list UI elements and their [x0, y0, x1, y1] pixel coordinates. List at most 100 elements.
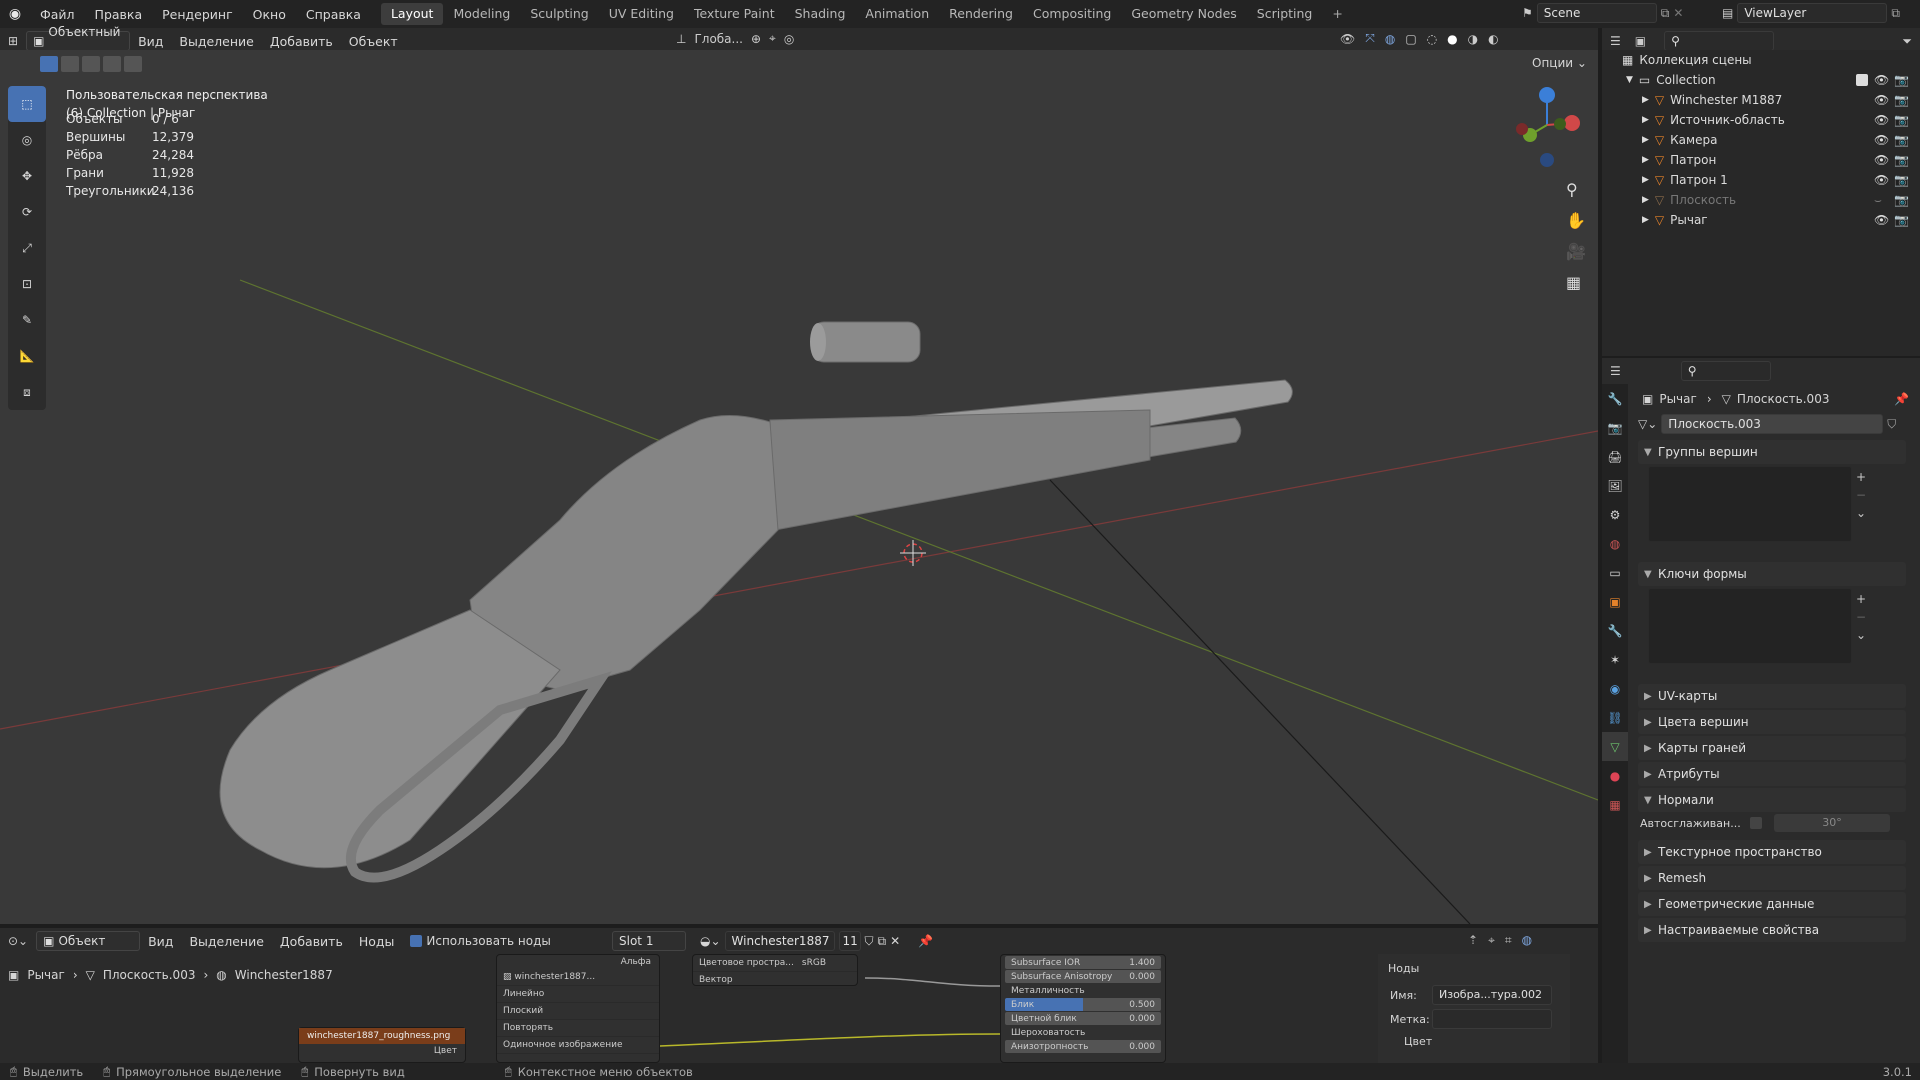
expand-arrow-icon[interactable]: ▼	[1626, 75, 1633, 85]
menu-help[interactable]: Справка	[296, 7, 371, 22]
add-workspace-icon[interactable]: +	[1322, 3, 1352, 25]
snap-mode-icon[interactable]: ⌗	[1505, 933, 1512, 948]
blender-logo-icon[interactable]: ◉	[0, 6, 30, 22]
material-name-field[interactable]: Winchester1887	[724, 931, 835, 951]
add-icon[interactable]: +	[1856, 590, 1866, 608]
render-camera-icon[interactable]: 📷	[1894, 73, 1909, 87]
grid-toggle-icon[interactable]: ▦	[1566, 273, 1586, 292]
xray-icon[interactable]: ▢	[1405, 32, 1416, 46]
world-tab-icon[interactable]: ◍	[1602, 529, 1628, 558]
modifier-tab-icon[interactable]: 🔧	[1602, 616, 1628, 645]
properties-panel[interactable]: ▼ Нормали	[1638, 788, 1906, 812]
outliner-item[interactable]: ▶ ▽ Winchester M1887 👁 📷	[1602, 90, 1920, 110]
expand-arrow-icon[interactable]: ▶	[1642, 155, 1649, 165]
overlay-icon[interactable]: ◍	[1522, 933, 1532, 948]
snap-icon[interactable]: ⌖	[769, 31, 776, 46]
remove-icon[interactable]: −	[1856, 608, 1866, 626]
properties-panel[interactable]: ▶ Геометрические данные	[1638, 892, 1906, 916]
select-invert-icon[interactable]	[103, 56, 121, 72]
bsdf-input[interactable]: Цветной блик 0.000	[1005, 1012, 1161, 1025]
material-tab-icon[interactable]: ●	[1602, 761, 1628, 790]
new-view-layer-icon[interactable]: ⧉	[1891, 6, 1900, 21]
outliner-search-input[interactable]: ⚲	[1664, 31, 1775, 51]
pan-hand-icon[interactable]: ✋	[1566, 211, 1586, 230]
expand-arrow-icon[interactable]: ▶	[1642, 115, 1649, 125]
render-camera-icon[interactable]: 📷	[1894, 173, 1909, 187]
pin-icon[interactable]: 📌	[918, 934, 933, 948]
texture-settings-node[interactable]: Альфа ▨ winchester1887... Линейно Плоски…	[496, 954, 660, 1063]
properties-panel[interactable]: ▶ Цвета вершин	[1638, 710, 1906, 734]
properties-editor-icon[interactable]: ☰	[1602, 364, 1629, 378]
output-tab-icon[interactable]: 🖨	[1602, 442, 1628, 471]
new-scene-icon[interactable]: ⧉	[1661, 6, 1670, 21]
editor-type-icon[interactable]: ⊞	[0, 34, 26, 48]
gizmo-icon[interactable]: ⤧	[1365, 31, 1375, 46]
properties-panel[interactable]: ▼ Группы вершин	[1638, 440, 1906, 464]
select-tool-icon[interactable]: ⬚	[8, 86, 46, 122]
properties-panel[interactable]: ▼ Ключи формы	[1638, 562, 1906, 586]
render-camera-icon[interactable]: 📷	[1894, 153, 1909, 167]
panel-list[interactable]	[1648, 466, 1852, 542]
solid-shading-icon[interactable]: ●	[1447, 32, 1457, 46]
bsdf-input[interactable]: Анизотропность 0.000	[1005, 1040, 1161, 1053]
expand-arrow-icon[interactable]: ▶	[1642, 95, 1649, 105]
node-menu-select[interactable]: Выделение	[181, 934, 271, 949]
autosmooth-checkbox[interactable]	[1750, 817, 1762, 829]
tab-animation[interactable]: Animation	[855, 3, 939, 25]
panel-list[interactable]	[1648, 588, 1852, 664]
render-camera-icon[interactable]: 📷	[1894, 213, 1909, 227]
node-label-field[interactable]	[1432, 1009, 1552, 1029]
properties-panel[interactable]: ▶ Атрибуты	[1638, 762, 1906, 786]
node-menu-add[interactable]: Добавить	[272, 934, 351, 949]
properties-panel[interactable]: ▶ Карты граней	[1638, 736, 1906, 760]
display-mode-icon[interactable]: ▣	[1629, 34, 1652, 48]
overlay-icon[interactable]: ◍	[1385, 32, 1395, 46]
viewport-menu-view[interactable]: Вид	[130, 34, 171, 49]
constraints-tab-icon[interactable]: ⛓	[1602, 703, 1628, 732]
render-tab-icon[interactable]: 📷	[1602, 413, 1628, 442]
exclude-checkbox[interactable]	[1856, 74, 1868, 86]
duplicate-material-icon[interactable]: ⧉	[878, 934, 887, 949]
bsdf-input[interactable]: Subsurface IOR 1.400	[1005, 956, 1161, 969]
pin-icon[interactable]: 📌	[1894, 392, 1909, 406]
view-layer-tab-icon[interactable]: 🖼	[1602, 471, 1628, 500]
camera-view-icon[interactable]: 🎥	[1566, 242, 1586, 261]
collection-tab-icon[interactable]: ▭	[1602, 558, 1628, 587]
wireframe-shading-icon[interactable]: ◌	[1427, 32, 1437, 46]
mesh-browse-icon[interactable]: ▽⌄	[1638, 417, 1657, 431]
select-extend-icon[interactable]	[61, 56, 79, 72]
menu-file[interactable]: Файл	[30, 7, 85, 22]
image-selector[interactable]: ▨ winchester1887...	[497, 969, 659, 986]
transform-tool-icon[interactable]: ⊡	[8, 266, 46, 302]
color-space-value[interactable]: sRGB	[802, 958, 826, 968]
material-shading-icon[interactable]: ◑	[1468, 32, 1478, 46]
properties-panel[interactable]: ▶ Remesh	[1638, 866, 1906, 890]
viewport-menu-select[interactable]: Выделение	[171, 34, 261, 49]
visibility-eye-icon[interactable]: 👁	[1874, 93, 1889, 107]
extension-dropdown[interactable]: Повторять	[497, 1020, 659, 1037]
tab-layout[interactable]: Layout	[380, 3, 444, 25]
add-cube-tool-icon[interactable]: ⧈	[8, 374, 46, 410]
expand-arrow-icon[interactable]: ▶	[1642, 215, 1649, 225]
view-layer-icon[interactable]: ▤	[1722, 6, 1733, 20]
mesh-name-field[interactable]: Плоскость.003	[1661, 414, 1884, 434]
viewport-menu-add[interactable]: Добавить	[262, 34, 341, 49]
node-editor[interactable]: ▣ Рычаг › ▽ Плоскость.003 › ◍ Winchester1887 …	[0, 954, 1598, 1063]
fake-user-icon[interactable]: ⛉	[865, 934, 874, 949]
visibility-eye-icon[interactable]: 👁	[1874, 213, 1889, 227]
image-texture-node[interactable]: winchester1887_roughness.png Цвет	[298, 1027, 466, 1063]
expand-arrow-icon[interactable]: ▶	[1642, 135, 1649, 145]
3d-viewport[interactable]: Пользовательская перспектива (6) Collect…	[0, 50, 1598, 924]
unlink-material-icon[interactable]: ✕	[890, 934, 900, 948]
outliner-item[interactable]: ▶ ▽ Плоскость ⌣ 📷	[1602, 190, 1920, 210]
expand-arrow-icon[interactable]: ▶	[1642, 195, 1649, 205]
tab-shading[interactable]: Shading	[785, 3, 856, 25]
render-camera-icon[interactable]: 📷	[1894, 93, 1909, 107]
bsdf-input[interactable]: Блик 0.500	[1005, 998, 1161, 1011]
zoom-icon[interactable]: ⚲	[1566, 180, 1586, 199]
pivot-icon[interactable]: ⊕	[751, 32, 761, 46]
scale-tool-icon[interactable]: ⤢	[8, 230, 46, 266]
visibility-eye-icon[interactable]: 👁	[1874, 113, 1889, 127]
render-camera-icon[interactable]: 📷	[1894, 193, 1909, 207]
outliner-item[interactable]: ▶ ▽ Камера 👁 📷	[1602, 130, 1920, 150]
